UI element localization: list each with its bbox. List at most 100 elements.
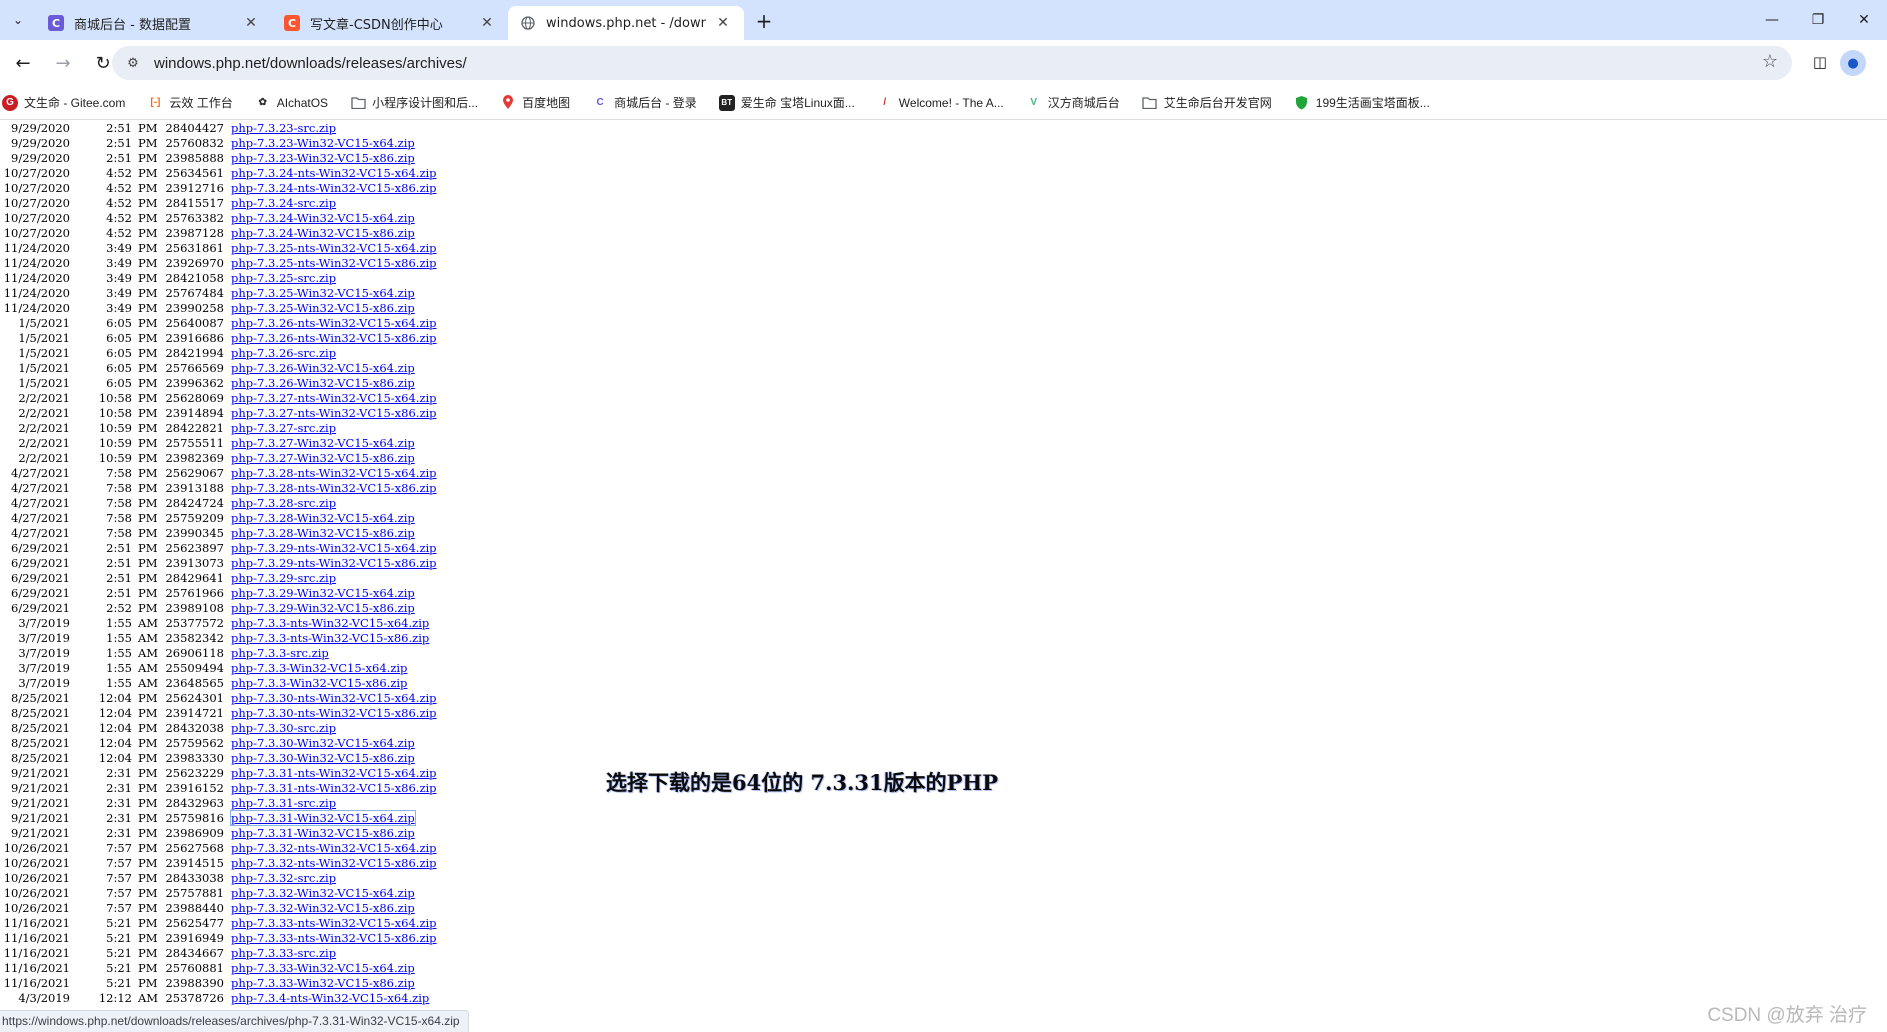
download-link[interactable]: php-7.3.33-nts-Win32-VC15-x64.zip [231,916,437,930]
download-link[interactable]: php-7.3.25-Win32-VC15-x64.zip [231,286,415,300]
download-link[interactable]: php-7.3.23-Win32-VC15-x64.zip [231,136,415,150]
download-link[interactable]: php-7.3.33-src.zip [231,946,336,960]
bookmark-item[interactable]: 百度地图 [500,94,570,111]
side-panel-icon[interactable]: ◫ [1808,50,1832,74]
download-link[interactable]: php-7.3.27-nts-Win32-VC15-x86.zip [231,406,437,420]
download-link[interactable]: php-7.3.30-Win32-VC15-x64.zip [231,736,415,750]
download-link[interactable]: php-7.3.3-Win32-VC15-x86.zip [231,676,407,690]
bookmark-item[interactable]: V 汉方商城后台 [1026,94,1119,111]
download-link[interactable]: php-7.3.28-src.zip [231,496,336,510]
download-link[interactable]: php-7.3.27-nts-Win32-VC15-x64.zip [231,391,437,405]
download-link[interactable]: php-7.3.29-Win32-VC15-x64.zip [231,586,415,600]
download-link[interactable]: php-7.3.31-src.zip [231,796,336,810]
download-link[interactable]: php-7.3.31-Win32-VC15-x64.zip [230,810,416,826]
file-size: 25378726 [165,991,224,1005]
download-link[interactable]: php-7.3.23-src.zip [231,121,336,135]
download-link[interactable]: php-7.3.29-nts-Win32-VC15-x64.zip [231,541,437,555]
download-link[interactable]: php-7.3.29-Win32-VC15-x86.zip [231,601,415,615]
download-link[interactable]: php-7.3.28-nts-Win32-VC15-x86.zip [231,481,437,495]
bookmark-item[interactable]: 艾生命后台开发官网 [1142,94,1272,111]
download-link[interactable]: php-7.3.32-Win32-VC15-x86.zip [231,901,415,915]
download-link[interactable]: php-7.3.26-nts-Win32-VC15-x64.zip [231,316,437,330]
download-link[interactable]: php-7.3.30-src.zip [231,721,336,735]
download-link[interactable]: php-7.3.3-nts-Win32-VC15-x64.zip [231,616,429,630]
tab-2[interactable]: windows.php.net - /downloa ✕ [508,6,744,40]
download-link[interactable]: php-7.3.4-nts-Win32-VC15-x64.zip [231,991,429,1005]
download-link[interactable]: php-7.3.28-nts-Win32-VC15-x64.zip [231,466,437,480]
forward-arrow-icon[interactable]: → [46,46,80,80]
file-size: 23988440 [165,901,224,915]
download-link[interactable]: php-7.3.24-nts-Win32-VC15-x86.zip [231,181,437,195]
address-bar[interactable]: ⚙ windows.php.net/downloads/releases/arc… [112,46,1792,80]
download-link[interactable]: php-7.3.24-nts-Win32-VC15-x64.zip [231,166,437,180]
bookmark-item[interactable]: G 文生命 - Gitee.com [2,94,125,111]
file-ampm: PM [138,961,158,975]
listing-row: 11/24/2020 3:49 PM 25631861 php-7.3.25-nts-W… [0,241,1887,256]
file-time: 4:52 [106,181,132,195]
download-link[interactable]: php-7.3.32-nts-Win32-VC15-x64.zip [231,841,437,855]
download-link[interactable]: php-7.3.26-Win32-VC15-x64.zip [231,361,415,375]
tab-search-chevron-icon[interactable]: ⌄ [4,6,32,34]
download-link[interactable]: php-7.3.25-nts-Win32-VC15-x64.zip [231,241,437,255]
download-link[interactable]: php-7.3.28-Win32-VC15-x64.zip [231,511,415,525]
download-link[interactable]: php-7.3.32-Win32-VC15-x64.zip [231,886,415,900]
bookmark-star-icon[interactable]: ☆ [1762,51,1778,72]
download-link[interactable]: php-7.3.23-Win32-VC15-x86.zip [231,151,415,165]
file-time: 7:57 [106,901,132,915]
bookmark-item[interactable]: BT 爱生命 宝塔Linux面... [718,94,855,111]
download-link[interactable]: php-7.3.25-src.zip [231,271,336,285]
close-window-icon[interactable]: ✕ [1841,6,1887,34]
download-link[interactable]: php-7.3.27-src.zip [231,421,336,435]
bookmark-item[interactable]: 小程序设计图和后... [350,94,478,111]
minimize-icon[interactable]: — [1749,6,1795,34]
download-link[interactable]: php-7.3.29-src.zip [231,571,336,585]
download-link[interactable]: php-7.3.3-Win32-VC15-x64.zip [231,661,407,675]
download-link[interactable]: php-7.3.24-Win32-VC15-x86.zip [231,226,415,240]
file-time: 3:49 [106,286,132,300]
download-link[interactable]: php-7.3.30-Win32-VC15-x86.zip [231,751,415,765]
download-link[interactable]: php-7.3.24-Win32-VC15-x64.zip [231,211,415,225]
download-link[interactable]: php-7.3.33-Win32-VC15-x86.zip [231,976,415,990]
file-time: 3:49 [106,301,132,315]
download-link[interactable]: php-7.3.31-Win32-VC15-x86.zip [231,826,415,840]
file-size: 23916152 [165,781,224,795]
file-size: 25509494 [165,661,224,675]
tab-close-icon[interactable]: ✕ [478,14,496,32]
download-link[interactable]: php-7.3.33-Win32-VC15-x64.zip [231,961,415,975]
download-link[interactable]: php-7.3.25-nts-Win32-VC15-x86.zip [231,256,437,270]
download-link[interactable]: php-7.3.30-nts-Win32-VC15-x64.zip [231,691,437,705]
profile-avatar-icon[interactable]: ● [1840,50,1866,76]
bookmark-item[interactable]: [-] 云效 工作台 [147,94,232,111]
tab-close-icon[interactable]: ✕ [242,14,260,32]
download-link[interactable]: php-7.3.30-nts-Win32-VC15-x86.zip [231,706,437,720]
download-link[interactable]: php-7.3.32-src.zip [231,871,336,885]
site-settings-icon[interactable]: ⚙ [122,52,144,74]
download-link[interactable]: php-7.3.33-nts-Win32-VC15-x86.zip [231,931,437,945]
address-bar-url[interactable]: windows.php.net/downloads/releases/archi… [154,55,467,72]
tab-close-icon[interactable]: ✕ [714,14,732,32]
new-tab-button[interactable]: + [750,7,778,35]
download-link[interactable]: php-7.3.26-src.zip [231,346,336,360]
download-link[interactable]: php-7.3.24-src.zip [231,196,336,210]
download-link[interactable]: php-7.3.25-Win32-VC15-x86.zip [231,301,415,315]
bookmark-item[interactable]: ✿ AIchatOS [255,95,329,111]
download-link[interactable]: php-7.3.26-Win32-VC15-x86.zip [231,376,415,390]
download-link[interactable]: php-7.3.3-src.zip [231,646,329,660]
bookmark-item[interactable]: / Welcome! - The A... [877,95,1003,111]
download-link[interactable]: php-7.3.31-nts-Win32-VC15-x64.zip [231,766,437,780]
download-link[interactable]: php-7.3.28-Win32-VC15-x86.zip [231,526,415,540]
tab-1[interactable]: C 写文章-CSDN创作中心 ✕ [272,6,508,40]
download-link[interactable]: php-7.3.27-Win32-VC15-x86.zip [231,451,415,465]
back-arrow-icon[interactable]: ← [6,46,40,80]
download-link[interactable]: php-7.3.29-nts-Win32-VC15-x86.zip [231,556,437,570]
bookmark-item[interactable]: 199生活画宝塔面板... [1294,94,1430,111]
download-link[interactable]: php-7.3.3-nts-Win32-VC15-x86.zip [231,631,429,645]
file-ampm: PM [138,796,158,810]
restore-icon[interactable]: ❐ [1795,6,1841,34]
download-link[interactable]: php-7.3.31-nts-Win32-VC15-x86.zip [231,781,437,795]
bookmark-item[interactable]: C 商城后台 - 登录 [592,94,696,111]
download-link[interactable]: php-7.3.27-Win32-VC15-x64.zip [231,436,415,450]
download-link[interactable]: php-7.3.26-nts-Win32-VC15-x86.zip [231,331,437,345]
download-link[interactable]: php-7.3.32-nts-Win32-VC15-x86.zip [231,856,437,870]
tab-0[interactable]: C 商城后台 - 数据配置 ✕ [36,6,272,40]
